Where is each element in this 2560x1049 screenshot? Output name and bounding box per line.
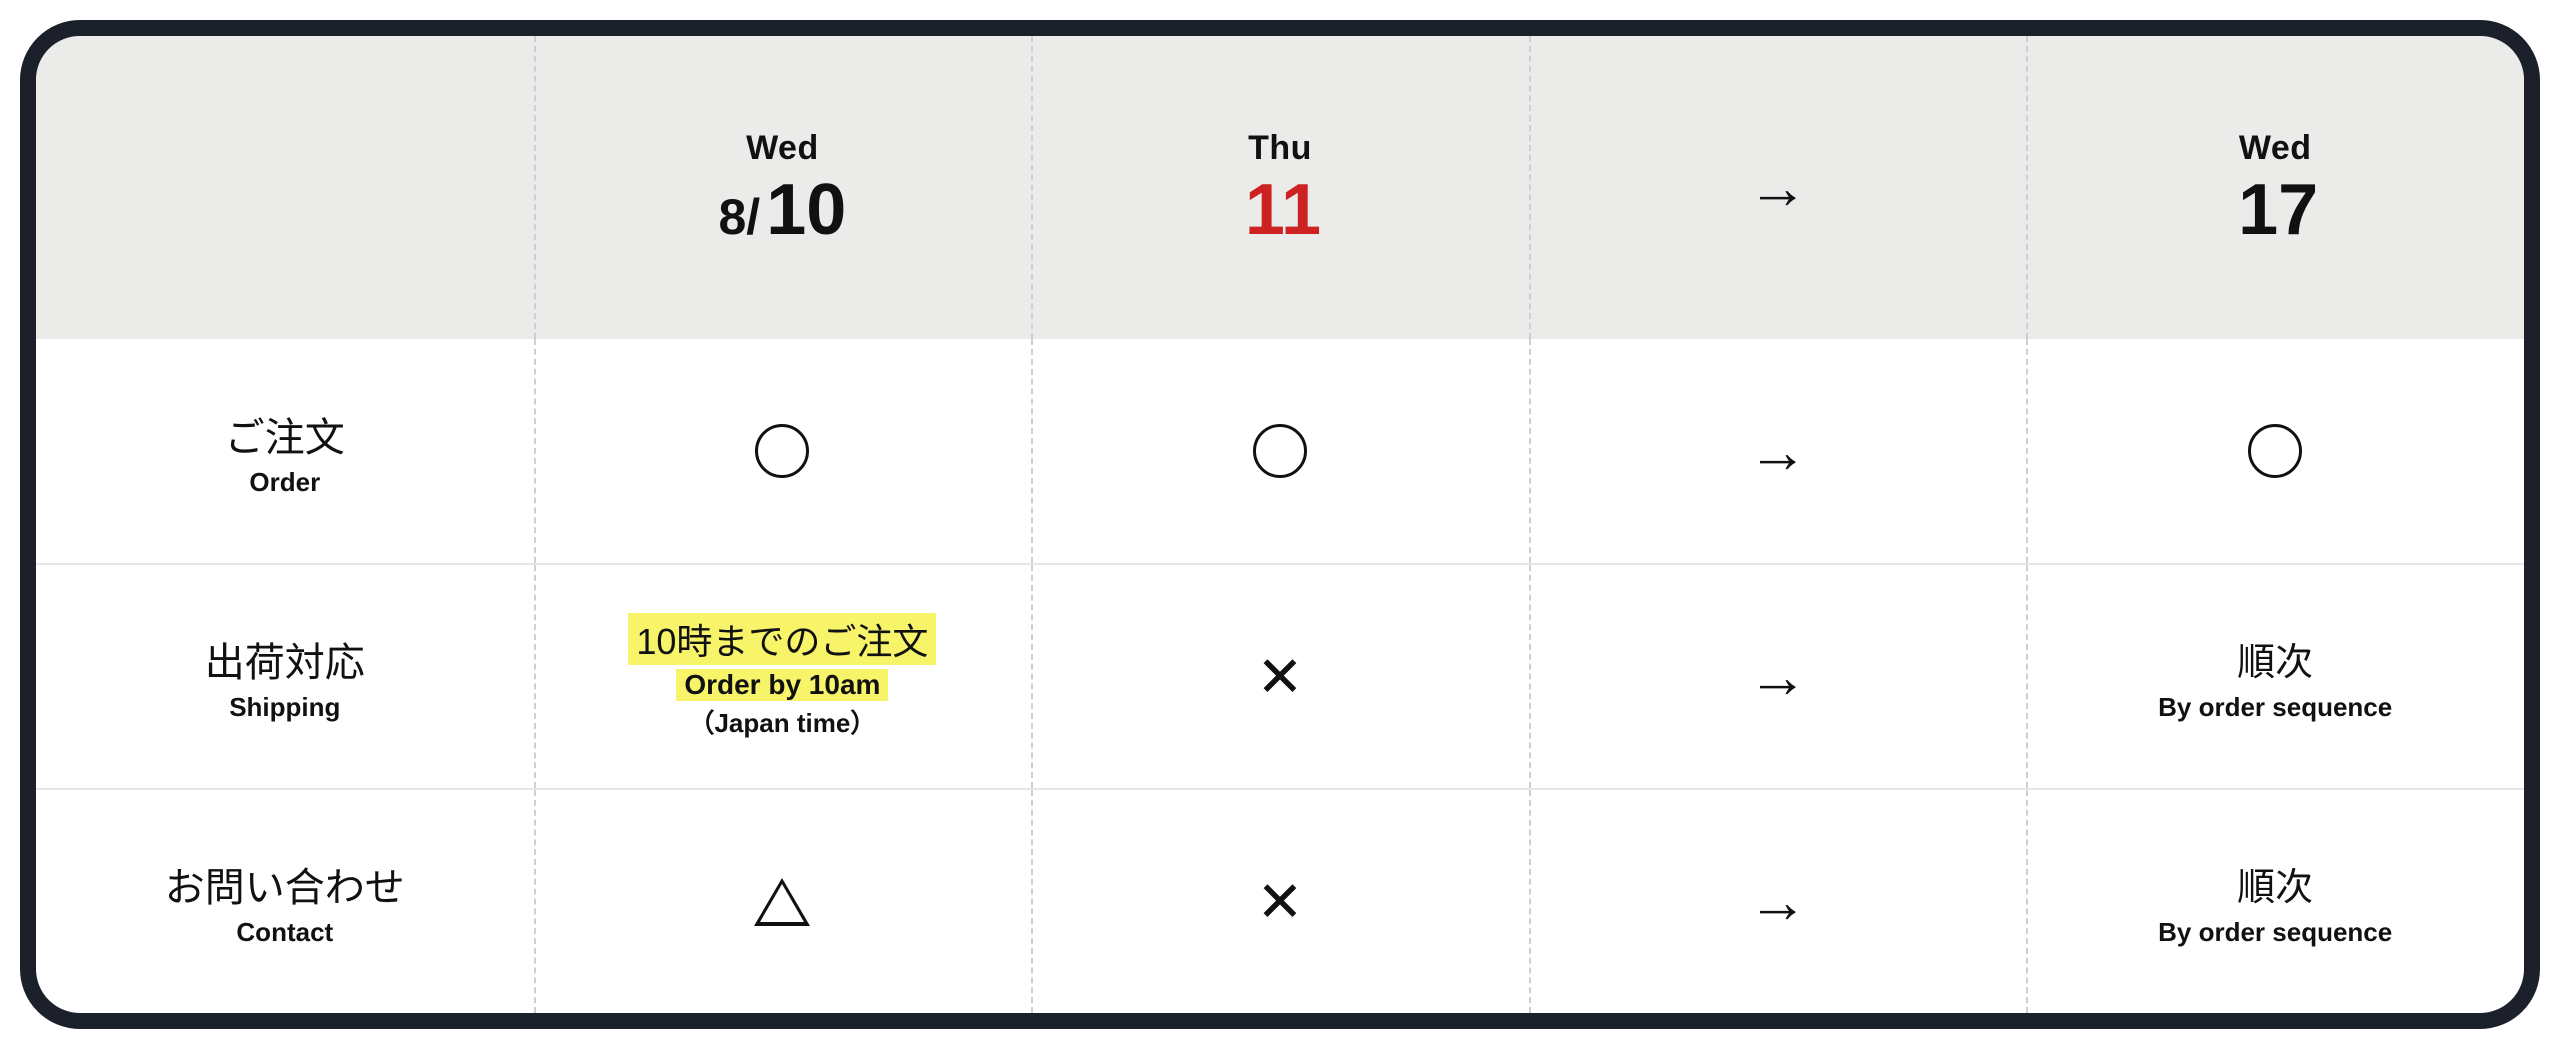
ship-note-en2: （Japan time） [688, 703, 876, 740]
cell-order-2: → [1529, 339, 2027, 564]
arrow-icon: → [1748, 867, 1808, 936]
date: 17 [2232, 174, 2318, 246]
seq-en: By order sequence [2158, 917, 2392, 948]
row-contact: お問い合わせ Contact ✕ → 順次 By order sequence [36, 788, 2524, 1013]
arrow-icon: → [1748, 642, 1808, 711]
cell-contact-2: → [1529, 790, 2027, 1013]
row-label: お問い合わせ Contact [36, 790, 534, 1013]
circle-icon [1253, 424, 1307, 478]
header-blank [36, 36, 534, 339]
day-of-week: Wed [746, 129, 819, 168]
cell-contact-0 [534, 790, 1032, 1013]
header-arrow: → [1529, 36, 2027, 339]
row-label: 出荷対応 Shipping [36, 565, 534, 788]
day-number: 11 [1245, 174, 1321, 246]
row-label-jp: お問い合わせ [165, 855, 405, 913]
arrow-icon: → [1748, 417, 1808, 486]
row-order: ご注文 Order → [36, 339, 2524, 564]
seq-jp: 順次 [2237, 856, 2313, 911]
circle-icon [2248, 424, 2302, 478]
cell-contact-3: 順次 By order sequence [2026, 790, 2524, 1013]
header-date-2: Wed 17 [2026, 36, 2524, 339]
row-label: ご注文 Order [36, 339, 534, 564]
date: 8/ 10 [718, 174, 846, 246]
day-number: 10 [766, 174, 846, 246]
cell-shipping-2: → [1529, 565, 2027, 788]
ship-note-en1: Order by 10am [676, 669, 888, 701]
cell-shipping-3: 順次 By order sequence [2026, 565, 2524, 788]
day-number: 17 [2238, 174, 2318, 246]
seq-jp: 順次 [2237, 631, 2313, 686]
cell-order-1 [1031, 339, 1529, 564]
ship-note-jp: 10時までのご注文 [628, 613, 936, 665]
cell-order-3 [2026, 339, 2524, 564]
seq-en: By order sequence [2158, 692, 2392, 723]
row-shipping: 出荷対応 Shipping 10時までのご注文 Order by 10am （J… [36, 563, 2524, 788]
cell-order-0 [534, 339, 1032, 564]
x-icon: ✕ [1257, 649, 1304, 705]
row-label-en: Shipping [229, 692, 340, 723]
schedule-table: Wed 8/ 10 Thu 11 → Wed 17 ご注文 [20, 20, 2540, 1029]
header-date-1: Thu 11 [1031, 36, 1529, 339]
header-row: Wed 8/ 10 Thu 11 → Wed 17 [36, 36, 2524, 339]
date: 11 [1239, 174, 1321, 246]
triangle-icon [754, 878, 810, 926]
row-label-en: Contact [236, 917, 333, 948]
cell-shipping-1: ✕ [1031, 565, 1529, 788]
arrow-icon: → [1748, 153, 1808, 222]
day-of-week: Thu [1248, 129, 1312, 168]
row-label-jp: ご注文 [225, 405, 345, 463]
x-icon: ✕ [1257, 874, 1304, 930]
month-prefix: 8/ [718, 188, 760, 246]
day-of-week: Wed [2239, 129, 2312, 168]
header-date-0: Wed 8/ 10 [534, 36, 1032, 339]
cell-contact-1: ✕ [1031, 790, 1529, 1013]
row-label-jp: 出荷対応 [205, 630, 365, 688]
circle-icon [755, 424, 809, 478]
row-label-en: Order [249, 467, 320, 498]
cell-shipping-0: 10時までのご注文 Order by 10am （Japan time） [534, 565, 1032, 788]
